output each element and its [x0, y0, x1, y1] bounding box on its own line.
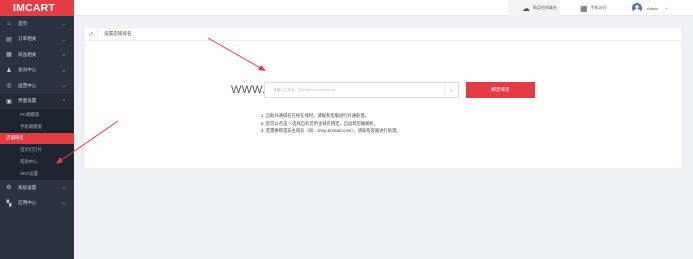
home-icon: ⌂ — [7, 20, 11, 27]
cloud-link-icon: ☁ — [522, 3, 530, 13]
sidebar-subitem-home-slides[interactable]: 首页幻灯片 — [0, 144, 74, 156]
domain-input-group: ▼ — [264, 82, 459, 98]
settings-icon: ⚙ — [6, 185, 12, 192]
tip-item: 1. 自助开通域名已经在线时，请联系客服进行开通处理。 — [261, 113, 369, 118]
sidebar-item-members[interactable]: ♟ 会员中心 ⌄ — [0, 63, 74, 79]
member-icon: ♟ — [6, 67, 12, 74]
sidebar-item-label: 系统设置 — [18, 184, 37, 190]
sidebar-item-label: 应用中心 — [18, 200, 37, 206]
sidebar-item-label: 订单相关 — [18, 36, 37, 42]
sidebar-item-goods[interactable]: ▦ 商品相关 ⌄ — [0, 47, 74, 63]
chevron-down-icon: ⌄ — [61, 200, 66, 207]
domain-settings-panel: ↺ 设置店铺域名 WWW. ▼ 绑定域名 1. 自助开通域名已经在线时，请联系客… — [85, 28, 681, 168]
buy-domain-button[interactable]: ☁ 购买空间域名 — [508, 0, 560, 16]
user-name: Admin — [647, 5, 659, 11]
sidebar-item-apps[interactable]: ▚ 应用中心 ⌄ — [0, 195, 74, 211]
bind-domain-button[interactable]: 绑定域名 — [466, 82, 535, 98]
sidebar-subitem-store-domain[interactable]: 店铺域名 — [0, 132, 74, 145]
order-icon: ▤ — [6, 36, 12, 43]
sidebar-item-orders[interactable]: ▤ 订单相关 ⌄ — [0, 32, 74, 48]
buy-domain-label: 购买空间域名 — [533, 5, 557, 10]
chevron-down-icon: ⌄ — [61, 67, 66, 74]
dropdown-arrow-icon[interactable]: ▼ — [444, 83, 458, 97]
sidebar-item-label: 界面设置 — [18, 98, 37, 104]
sidebar-item-label: 会员中心 — [18, 67, 37, 73]
sidebar-item-label: 运营中心 — [18, 82, 37, 88]
sidebar-subitem-mobile-template[interactable]: 手机端模版 — [0, 121, 74, 133]
goods-icon: ▦ — [6, 52, 12, 59]
chevron-down-icon: ⌄ — [61, 36, 66, 43]
back-icon[interactable]: ↺ — [85, 28, 98, 40]
panel-header: ↺ 设置店铺域名 — [85, 28, 681, 41]
domain-input[interactable] — [265, 83, 444, 97]
sidebar-menu: ⌂ 首页 ⌄ ▤ 订单相关 ⌄ ▦ 商品相关 ⌄ ♟ 会员中心 ⌄ ◎ 运营中心… — [0, 16, 74, 109]
sidebar-submenu: PC端模版 手机端模版 店铺域名 首页幻灯片 帮助中心 SEO设置 — [0, 109, 74, 180]
operation-icon: ◎ — [6, 83, 12, 90]
layout-icon: ▣ — [6, 98, 12, 105]
chevron-down-icon: ⌄ — [664, 5, 669, 11]
tips-list: 1. 自助开通域名已经在线时，请联系客服进行开通处理。 2. 您可以点击 > 选… — [261, 112, 401, 135]
chevron-up-icon: ⌃ — [61, 98, 66, 105]
qrcode-icon: ▦ — [580, 3, 588, 13]
sidebar-subitem-pc-template[interactable]: PC端模版 — [0, 109, 74, 121]
sidebar-subitem-seo[interactable]: SEO设置 — [0, 168, 74, 180]
chevron-down-icon: ⌄ — [61, 184, 66, 191]
tip-item: 3. 若需要绑定非主域名（如：shop.domain.com），请联系客服进行处… — [261, 128, 401, 134]
page-title: 设置店铺域名 — [104, 31, 132, 36]
apps-icon: ▚ — [6, 200, 12, 207]
mobile-access-label: 手机访问 — [590, 5, 607, 10]
avatar-icon — [632, 3, 642, 13]
sidebar-item-home[interactable]: ⌂ 首页 ⌄ — [0, 16, 74, 32]
sidebar-menu-bottom: ⚙ 系统设置 ⌄ ▚ 应用中心 ⌄ — [0, 180, 74, 211]
chevron-down-icon: ⌄ — [61, 52, 66, 58]
sidebar-item-layout[interactable]: ▣ 界面设置 ⌃ — [0, 93, 74, 109]
chevron-down-icon: ⌄ — [61, 21, 66, 27]
domain-prefix: WWW. — [231, 84, 266, 96]
sidebar-item-label: 商品相关 — [18, 51, 37, 57]
mobile-access-button[interactable]: ▦ 手机访问 — [580, 0, 620, 16]
sidebar: IMCART ⌂ 首页 ⌄ ▤ 订单相关 ⌄ ▦ 商品相关 ⌄ ♟ 会员中心 ⌄… — [0, 0, 74, 259]
top-header: ☁ 购买空间域名 ▦ 手机访问 Admin ⌄ — [74, 0, 693, 16]
user-menu[interactable]: Admin ⌄ — [632, 0, 690, 16]
tip-item: 2. 您可以点击 > 选择自有可用主域名绑定，自动帮您做解析。 — [261, 120, 379, 126]
chevron-down-icon: ⌄ — [61, 83, 66, 89]
sidebar-subitem-help-center[interactable]: 帮助中心 — [0, 156, 74, 168]
sidebar-item-label: 首页 — [18, 20, 28, 26]
sidebar-item-system[interactable]: ⚙ 系统设置 ⌄ — [0, 180, 74, 196]
sidebar-item-operations[interactable]: ◎ 运营中心 ⌄ — [0, 78, 74, 94]
app-logo[interactable]: IMCART — [0, 0, 74, 16]
